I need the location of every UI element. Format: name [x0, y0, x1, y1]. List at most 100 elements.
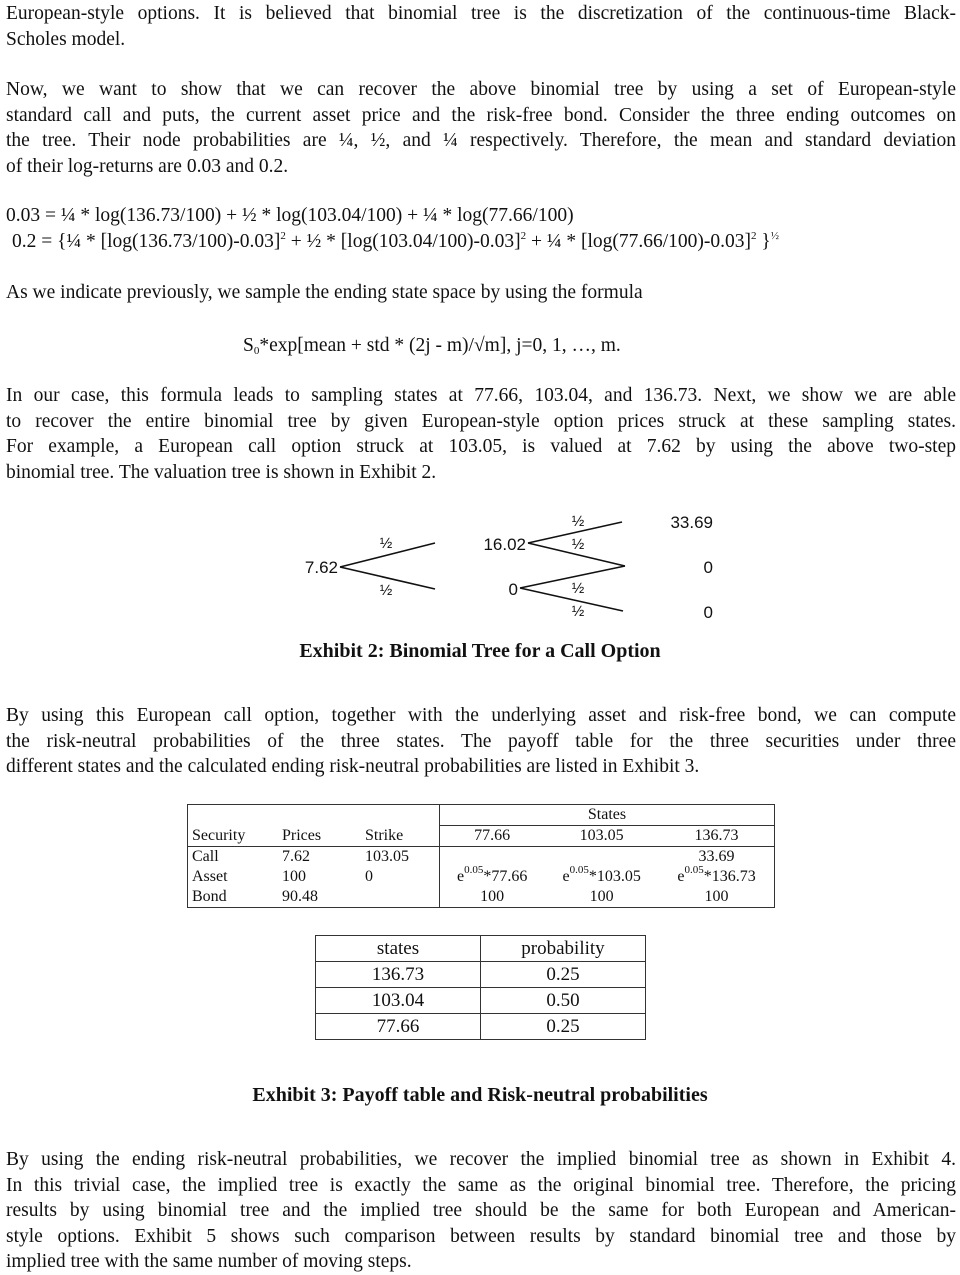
- prob-label: ½: [380, 582, 393, 599]
- formula-part: S: [243, 335, 254, 356]
- paragraph-risk-neutral: By using this European call option, toge…: [6, 703, 956, 780]
- cell-strike: 103.05: [361, 846, 440, 867]
- text-line: the risk-neutral probabilities of the th…: [6, 730, 956, 752]
- paragraph-implied-tree: By using the ending risk-neutral probabi…: [6, 1147, 956, 1275]
- cell-price: 100: [282, 868, 306, 885]
- exp-power: 0.05: [464, 864, 484, 876]
- node-end-mid: 0: [704, 558, 713, 577]
- text-line: different states and the calculated endi…: [6, 756, 700, 777]
- cell-state: e0.05*77.66: [439, 864, 545, 887]
- node-mid-down: 0: [509, 580, 518, 599]
- exp-base: e: [562, 868, 570, 885]
- cell-security: Bond: [192, 888, 227, 905]
- eq-part: + ½ * [log(103.04/100)-0.03]: [285, 231, 521, 252]
- cell-strike: 0: [365, 868, 373, 885]
- text-line: of their log-returns are 0.03 and 0.2.: [6, 155, 289, 177]
- prob-label: ½: [572, 603, 585, 620]
- exp-power: 0.05: [684, 864, 704, 876]
- text-line: Now, we want to show that we can recover…: [6, 79, 956, 100]
- exp-rest: *77.66: [483, 868, 528, 885]
- cell-state: [544, 846, 660, 867]
- exp-base: e: [456, 868, 465, 885]
- prob-label: ½: [572, 536, 585, 553]
- table-row: States: [188, 804, 775, 826]
- table-header-row: states probability: [315, 935, 646, 962]
- cell-state: 77.66: [315, 1013, 481, 1040]
- cell-state: e0.05*103.05: [544, 864, 659, 887]
- text-line: In our case, this formula leads to sampl…: [6, 385, 956, 406]
- binomial-tree-diagram: 7.62 16.02 0 33.69 0 0 ½ ½ ½ ½ ½ ½: [305, 513, 713, 622]
- text-line: By using this European call option, toge…: [6, 705, 956, 726]
- cell-state: 100: [439, 887, 545, 908]
- cell-state: e0.05*136.73: [659, 864, 774, 887]
- text-line: implied tree with the same number of mov…: [6, 1251, 412, 1272]
- cell-state: 103.04: [315, 987, 481, 1014]
- cell-security: Call: [187, 846, 278, 867]
- formula-part: *exp[mean + std * (2j - m)/√m], j=0, 1, …: [259, 335, 621, 356]
- exp-rest: *103.05: [588, 868, 641, 885]
- cell-state: 33.69: [659, 846, 775, 867]
- mean-equation: 0.03 = ¼ * log(136.73/100) + ½ * log(103…: [6, 205, 574, 226]
- exhibit3-caption: Exhibit 3: Payoff table and Risk-neutral…: [252, 1084, 708, 1106]
- header-cell: Prices: [282, 826, 322, 844]
- exp-power: 0.05: [569, 864, 589, 876]
- paragraph-sampling-states: In our case, this formula leads to sampl…: [6, 383, 956, 485]
- states-group-header: States: [439, 804, 775, 826]
- header-cell: probability: [480, 935, 646, 962]
- cell-state: 136.73: [315, 961, 481, 988]
- table-row: 77.66 0.25: [315, 1013, 646, 1040]
- eq-part: }: [756, 231, 771, 252]
- text-line: to recover the entire binomial tree by g…: [6, 410, 956, 432]
- text-line: standard call and puts, the current asse…: [6, 104, 956, 126]
- payoff-table: States Security Prices Strike 77.66 103.…: [187, 804, 775, 908]
- table-row: 103.04 0.50: [315, 987, 646, 1014]
- std-equation: 0.2 = {¼ * [log(136.73/100)-0.03]2 + ½ *…: [12, 229, 779, 255]
- text-line: In this trivial case, the implied tree i…: [6, 1174, 956, 1196]
- cell-state: [439, 846, 545, 867]
- eq-superscript: ½: [770, 230, 780, 242]
- text-line: European-style options. It is believed t…: [6, 3, 956, 24]
- header-cell: states: [315, 935, 481, 962]
- prob-label: ½: [572, 580, 585, 597]
- node-end-down: 0: [704, 603, 713, 622]
- exhibit2-caption: Exhibit 2: Binomial Tree for a Call Opti…: [299, 640, 661, 662]
- table-header-row: Security Prices Strike 77.66 103.05 136.…: [188, 825, 775, 847]
- cell-security: Asset: [192, 868, 228, 885]
- prob-label: ½: [380, 535, 393, 552]
- node-end-up: 33.69: [670, 513, 713, 532]
- header-cell: 136.73: [694, 827, 739, 844]
- header-cell: Security: [192, 826, 246, 844]
- exp-rest: *136.73: [703, 868, 756, 885]
- table-row: 136.73 0.25: [315, 961, 646, 988]
- paragraph-sampling: As we indicate previously, we sample the…: [6, 282, 643, 303]
- cell-probability: 0.50: [480, 987, 646, 1014]
- cell-state: 100: [589, 888, 614, 905]
- cell-probability: 0.25: [480, 1013, 646, 1040]
- node-root: 7.62: [305, 558, 338, 577]
- probability-table: states probability 136.73 0.25 103.04 0.…: [315, 935, 646, 1040]
- cell-probability: 0.25: [480, 961, 646, 988]
- sampling-formula: S0*exp[mean + std * (2j - m)/√m], j=0, 1…: [243, 333, 621, 359]
- header-cell: 103.05: [579, 827, 624, 844]
- cell-price: 90.48: [282, 888, 318, 905]
- paragraph-intro: European-style options. It is believed t…: [6, 1, 956, 52]
- cell-price: 7.62: [278, 846, 361, 867]
- text-line: results by using binomial tree and the i…: [6, 1200, 956, 1221]
- text-line: binomial tree. The valuation tree is sho…: [6, 461, 437, 483]
- eq-part: + ¼ * [log(77.66/100)-0.03]: [526, 231, 752, 252]
- table-row: Asset 100 0 e0.05*77.66 e0.05*103.05 e0.…: [188, 864, 775, 887]
- text-line: Scholes model.: [6, 28, 126, 50]
- node-mid-up: 16.02: [483, 535, 526, 554]
- text-line: the tree. Their node probabilities are ¼…: [6, 130, 956, 151]
- header-cell: Strike: [365, 826, 404, 844]
- prob-label: ½: [572, 513, 585, 530]
- text-line: For example, a European call option stru…: [6, 436, 956, 457]
- paragraph-recover-tree: Now, we want to show that we can recover…: [6, 77, 956, 179]
- cell-state: 100: [704, 888, 729, 905]
- header-cell: 77.66: [439, 825, 545, 847]
- table-row: Bond 90.48 100 100 100: [188, 887, 775, 908]
- text-line: By using the ending risk-neutral probabi…: [6, 1149, 956, 1170]
- text-line: style options. Exhibit 5 shows such comp…: [6, 1225, 956, 1247]
- cell-strike: [361, 887, 440, 908]
- eq-part: 0.2 = {¼ * [log(136.73/100)-0.03]: [12, 231, 281, 252]
